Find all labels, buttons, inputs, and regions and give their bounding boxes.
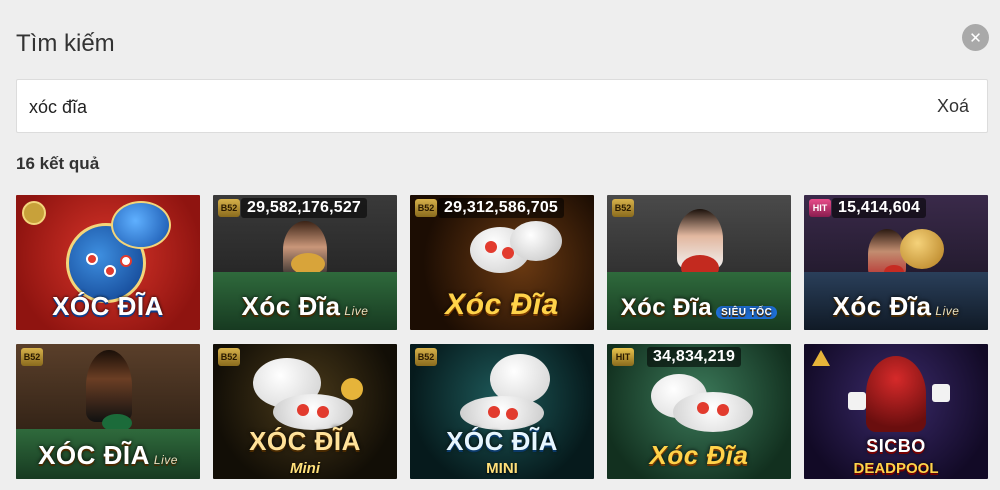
game-title-text: Xóc Đĩa	[832, 291, 932, 321]
result-count: 16 kết quả	[16, 154, 100, 173]
results-grid: XÓC ĐĨA B52 29,582,176,527 Xóc Đĩa Live B…	[16, 195, 988, 479]
game-title-text: Xóc Đĩa	[241, 291, 341, 321]
chip-icon	[485, 241, 497, 253]
chip-icon	[717, 404, 729, 416]
game-tile[interactable]: HIT 34,834,219 Xóc Đĩa	[607, 344, 791, 479]
jackpot-amount: 15,414,604	[832, 198, 927, 218]
game-title-text: XÓC ĐĨA	[38, 440, 150, 470]
game-subtitle: DEADPOOL	[853, 460, 939, 477]
clear-button[interactable]: Xoá	[937, 96, 969, 117]
search-box: Xoá	[16, 79, 988, 133]
game-title: Xóc Đĩa Live	[804, 291, 988, 322]
chip-icon	[297, 404, 309, 416]
game-title: Xóc Đĩa SIÊU TỐC	[607, 294, 791, 322]
dealer-avatar-icon	[86, 350, 132, 422]
game-title: XÓC ĐĨA Live	[16, 440, 200, 471]
jackpot-amount: 34,834,219	[647, 347, 742, 367]
xoc-dia-bowl-icon	[273, 394, 353, 430]
game-title-text: Xóc Đĩa	[620, 294, 713, 321]
game-subtitle: MINI	[486, 460, 518, 477]
game-title: Xóc Đĩa	[445, 288, 559, 321]
game-tile[interactable]: HIT 15,414,604 Xóc Đĩa Live	[804, 195, 988, 330]
game-tile[interactable]: SICBO DEADPOOL	[804, 344, 988, 479]
b52-logo-icon: B52	[415, 199, 437, 217]
game-title: Xóc Đĩa	[649, 440, 749, 470]
game-title: XÓC ĐĨA	[249, 426, 361, 456]
game-tile[interactable]: XÓC ĐĨA	[16, 195, 200, 330]
speed-tag: SIÊU TỐC	[716, 306, 778, 319]
game-title: SICBO	[866, 436, 926, 456]
chip-icon	[506, 408, 518, 420]
live-tag: Live	[153, 453, 178, 467]
hit-logo-icon: HIT	[612, 348, 634, 366]
close-icon: ✕	[969, 29, 982, 47]
live-tag: Live	[344, 304, 369, 318]
dice-icon	[848, 392, 866, 410]
jackpot-amount: 29,582,176,527	[241, 198, 368, 218]
game-logo-icon	[812, 350, 830, 366]
game-tile[interactable]: B52 XÓC ĐĨA Mini	[213, 344, 397, 479]
game-title: Xóc Đĩa Live	[213, 291, 397, 322]
b52-logo-icon: B52	[21, 348, 43, 366]
chip-icon	[697, 402, 709, 414]
chip-icon	[488, 406, 500, 418]
live-tag: Live	[935, 304, 960, 318]
chip-icon	[104, 265, 116, 277]
chip-icon	[86, 253, 98, 265]
hit-logo-icon: HIT	[809, 199, 831, 217]
dice-icon	[932, 384, 950, 402]
deadpool-icon	[866, 356, 926, 432]
chip-icon	[317, 406, 329, 418]
game-tile[interactable]: B52 29,312,586,705 Xóc Đĩa	[410, 195, 594, 330]
game-tile[interactable]: B52 XÓC ĐĨA Live	[16, 344, 200, 479]
game-tile[interactable]: B52 XÓC ĐĨA MINI	[410, 344, 594, 479]
game-tile[interactable]: B52 Xóc Đĩa SIÊU TỐC	[607, 195, 791, 330]
page-title: Tìm kiếm	[16, 30, 115, 57]
close-button[interactable]: ✕	[962, 24, 989, 51]
xoc-dia-bowl-icon	[460, 396, 544, 430]
b52-logo-icon: B52	[612, 199, 634, 217]
b52-logo-icon: B52	[218, 348, 240, 366]
game-tile[interactable]: B52 29,582,176,527 Xóc Đĩa Live	[213, 195, 397, 330]
xoc-dia-lid-icon	[111, 201, 171, 249]
search-input[interactable]	[29, 94, 909, 120]
game-subtitle: Mini	[290, 460, 320, 477]
xoc-dia-bowl-icon	[900, 229, 944, 269]
chip-icon	[502, 247, 514, 259]
chip-icon	[120, 255, 132, 267]
b52-logo-icon: B52	[415, 348, 437, 366]
xoc-dia-lid-icon	[510, 221, 562, 261]
game-title: XÓC ĐĨA	[446, 426, 558, 456]
xclub-logo-icon	[22, 201, 46, 225]
gold-coin-icon	[341, 378, 363, 400]
xoc-dia-bowl-icon	[673, 392, 753, 432]
b52-logo-icon: B52	[218, 199, 240, 217]
game-title: XÓC ĐĨA	[52, 291, 164, 321]
jackpot-amount: 29,312,586,705	[438, 198, 565, 218]
